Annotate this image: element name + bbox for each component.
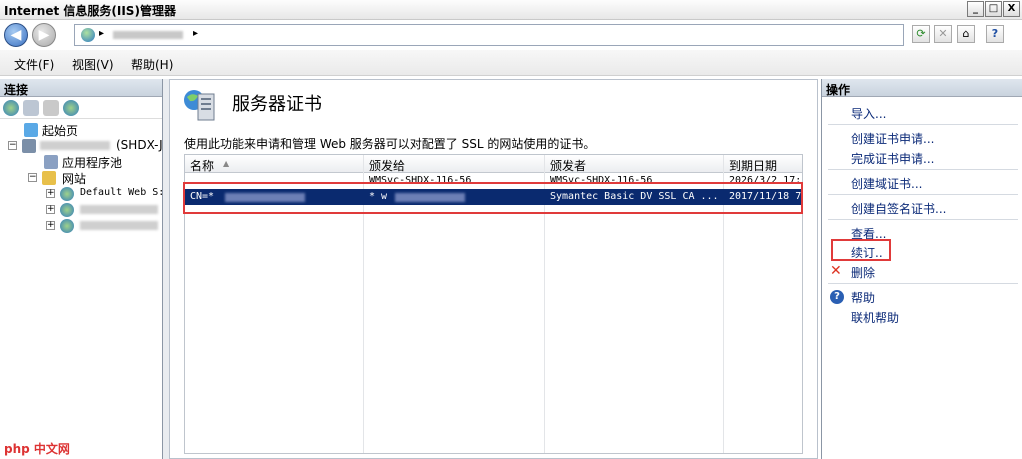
delete-icon: ✕: [830, 263, 842, 279]
path-separator-icon: ▸: [99, 28, 105, 39]
site-name-redacted: [80, 221, 158, 230]
folder-icon: [42, 171, 56, 185]
expand-icon[interactable]: +: [46, 205, 55, 214]
stop-icon[interactable]: ✕: [934, 25, 952, 43]
actions-header: 操作: [822, 79, 1022, 97]
collapse-icon[interactable]: −: [28, 173, 37, 182]
expand-icon[interactable]: +: [46, 189, 55, 198]
column-header-expiry[interactable]: 到期日期: [729, 157, 777, 174]
action-create-cert-request[interactable]: 创建证书申请...: [851, 130, 934, 147]
title-bar: Internet 信息服务(IIS)管理器 _ □ X: [0, 0, 1022, 20]
globe-icon: [81, 28, 95, 42]
menu-file[interactable]: 文件(F): [14, 56, 54, 73]
connections-pane: 连接 起始页 − (SHDX-J1 应用程序池 − 网站 + Default W…: [0, 79, 170, 459]
home-icon[interactable]: ⌂: [957, 25, 975, 43]
column-header-issued-by[interactable]: 颁发者: [550, 157, 586, 174]
server-name-redacted: [40, 141, 110, 150]
action-create-domain-cert[interactable]: 创建域证书...: [851, 175, 922, 192]
forward-button[interactable]: ▶: [32, 23, 56, 47]
actions-pane: 操作 导入... 创建证书申请... 完成证书申请... 创建域证书... 创建…: [821, 79, 1022, 459]
expand-icon[interactable]: +: [46, 221, 55, 230]
connections-header: 连接: [0, 79, 162, 97]
tree-label: 起始页: [42, 124, 79, 138]
maximize-button[interactable]: □: [985, 1, 1002, 17]
action-divider: [828, 169, 1018, 170]
tree-label: Default Web S:: [80, 187, 165, 198]
help-icon[interactable]: ?: [986, 25, 1004, 43]
back-button[interactable]: ◀: [4, 23, 28, 47]
action-create-self-signed-cert[interactable]: 创建自签名证书...: [851, 200, 946, 217]
collapse-icon[interactable]: −: [8, 141, 17, 150]
column-header-name[interactable]: 名称: [190, 157, 214, 174]
action-delete[interactable]: 删除: [851, 264, 875, 281]
window-title: Internet 信息服务(IIS)管理器: [4, 4, 176, 18]
website-icon: [60, 203, 74, 217]
sort-asc-icon: ▲: [223, 159, 230, 168]
start-page-icon: [24, 123, 38, 137]
connect-icon[interactable]: [3, 99, 19, 116]
action-divider: [828, 124, 1018, 125]
address-bar[interactable]: ▸ ▸: [74, 24, 904, 46]
tree-label: 网站: [62, 172, 87, 186]
window-controls: _ □ X: [967, 1, 1020, 17]
feature-pane: 服务器证书 使用此功能来申请和管理 Web 服务器可以对配置了 SSL 的网站使…: [169, 79, 818, 459]
page-title: 服务器证书: [232, 94, 322, 115]
tree-label: 应用程序池: [62, 156, 123, 170]
table-header: 名称 ▲ 颁发给 颁发者 到期日期: [185, 155, 802, 174]
action-divider: [828, 283, 1018, 284]
feature-description: 使用此功能来申请和管理 Web 服务器可以对配置了 SSL 的网站使用的证书。: [184, 137, 596, 151]
action-complete-cert-request[interactable]: 完成证书申请...: [851, 150, 934, 167]
highlight-box: [831, 239, 891, 261]
minimize-button[interactable]: _: [967, 1, 984, 17]
website-icon: [60, 219, 74, 233]
action-import[interactable]: 导入...: [851, 105, 886, 122]
disconnect-icon[interactable]: [63, 99, 79, 116]
help-icon: ?: [830, 290, 844, 304]
highlight-box: [183, 182, 803, 214]
server-path-redacted: [113, 31, 183, 39]
action-online-help[interactable]: 联机帮助: [851, 309, 899, 326]
watermark: php 中文网: [4, 442, 70, 456]
path-separator-icon: ▸: [193, 28, 199, 39]
app-pool-icon: [44, 155, 58, 169]
column-header-issued-to[interactable]: 颁发给: [369, 157, 405, 174]
action-divider: [828, 219, 1018, 220]
up-icon[interactable]: [43, 99, 59, 116]
menu-view[interactable]: 视图(V): [72, 56, 114, 73]
action-divider: [828, 194, 1018, 195]
address-bar-row: ◀ ▶ ▸ ▸ ⟳ ✕ ⌂ ?: [0, 20, 1022, 50]
close-button[interactable]: X: [1003, 1, 1020, 17]
website-icon: [60, 187, 74, 201]
server-icon: [22, 139, 36, 153]
refresh-icon[interactable]: ⟳: [912, 25, 930, 43]
action-help[interactable]: 帮助: [851, 289, 875, 306]
menu-bar: 文件(F) 视图(V) 帮助(H): [0, 50, 1022, 76]
connections-toolbar: [0, 97, 162, 119]
save-icon[interactable]: [23, 99, 39, 116]
menu-help[interactable]: 帮助(H): [131, 56, 173, 73]
site-name-redacted: [80, 205, 158, 214]
server-certificates-icon: [184, 90, 215, 121]
